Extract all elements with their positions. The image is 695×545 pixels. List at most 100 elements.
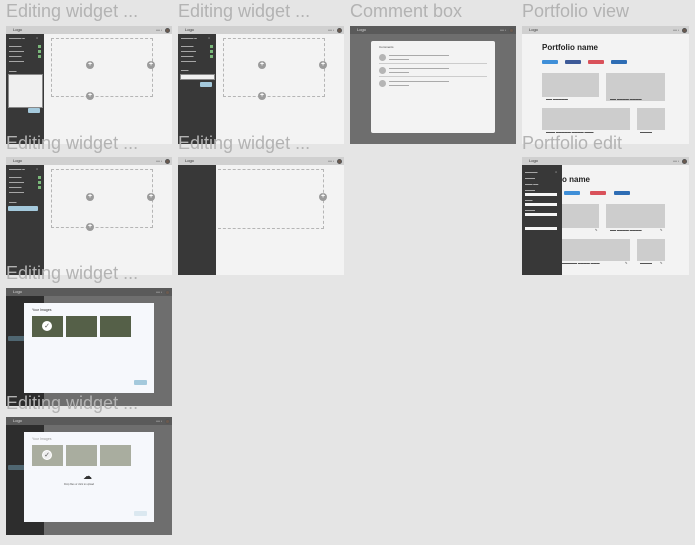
divider bbox=[379, 63, 487, 64]
frame-editing-widget-6[interactable]: Logo •••• • Your Images ✓ ☁ Drop files o… bbox=[6, 417, 172, 535]
avatar[interactable] bbox=[682, 158, 687, 164]
checkbox[interactable] bbox=[38, 181, 41, 184]
frame-title-editing-widget-5[interactable]: Editing widget ... bbox=[6, 263, 166, 283]
avatar[interactable] bbox=[337, 158, 342, 164]
upload-image-button[interactable] bbox=[8, 206, 38, 211]
checkbox[interactable] bbox=[210, 45, 213, 48]
text-input[interactable] bbox=[525, 203, 557, 206]
portfolio-item[interactable] bbox=[637, 108, 665, 130]
sidebar-option: ▬▬▬▬▬ bbox=[181, 45, 194, 48]
frame-comment-box[interactable]: Logo •••• • Comments bbox=[350, 26, 516, 144]
save-button[interactable] bbox=[28, 108, 40, 113]
add-widget-button[interactable]: + bbox=[86, 223, 94, 231]
frame-title-comment-box[interactable]: Comment box bbox=[350, 1, 515, 21]
close-icon[interactable]: ✕ bbox=[208, 37, 210, 40]
frame-editing-widget-2[interactable]: Logo •••• • ▬▬▬▬▬ ▬ ✕ ▬▬▬▬▬ ▬▬▬▬▬▬ ▬▬▬▬▬… bbox=[178, 26, 344, 144]
widget-placeholder bbox=[51, 38, 153, 97]
portfolio-item[interactable] bbox=[560, 239, 630, 261]
linkedin-share-button[interactable] bbox=[614, 191, 630, 195]
title-input[interactable] bbox=[525, 193, 557, 196]
close-icon[interactable]: ✕ bbox=[555, 171, 557, 174]
edit-icon[interactable]: ✎ bbox=[660, 261, 663, 265]
facebook-share-button[interactable] bbox=[565, 60, 581, 64]
image-thumbnail-selected[interactable]: ✓ bbox=[32, 316, 63, 337]
avatar[interactable] bbox=[337, 27, 342, 33]
image-thumbnail[interactable] bbox=[66, 445, 97, 466]
portfolio-item[interactable] bbox=[637, 239, 665, 261]
portfolio-item[interactable] bbox=[560, 204, 599, 228]
pinterest-share-button[interactable] bbox=[588, 60, 604, 64]
add-widget-button[interactable]: + bbox=[319, 61, 327, 69]
edit-icon[interactable]: ✎ bbox=[625, 261, 628, 265]
avatar[interactable] bbox=[165, 27, 170, 33]
avatar[interactable] bbox=[509, 27, 514, 33]
checkbox[interactable] bbox=[38, 50, 41, 53]
frame-editing-widget-4[interactable]: Logo •••• • + bbox=[178, 157, 344, 275]
portfolio-item[interactable] bbox=[542, 108, 630, 130]
edit-icon[interactable]: ✎ bbox=[595, 228, 598, 232]
save-button[interactable] bbox=[200, 82, 212, 87]
text-area[interactable] bbox=[8, 74, 43, 108]
add-widget-button[interactable]: + bbox=[86, 193, 94, 201]
add-widget-button[interactable]: + bbox=[86, 92, 94, 100]
frame-title-editing-widget-2[interactable]: Editing widget ... bbox=[178, 1, 338, 21]
image-thumbnail[interactable] bbox=[66, 316, 97, 337]
image-thumbnail-selected[interactable]: ✓ bbox=[32, 445, 63, 466]
pinterest-share-button[interactable] bbox=[590, 191, 606, 195]
twitter-share-button[interactable] bbox=[564, 191, 580, 195]
frame-editing-widget-1[interactable]: Logo •••• • ▬▬▬▬▬ ▬ ✕ ▬▬▬▬▬ ▬▬▬▬▬▬ ▬▬▬▬▬… bbox=[6, 26, 172, 144]
link-input[interactable] bbox=[525, 227, 557, 230]
frame-title-portfolio-edit[interactable]: Portfolio edit bbox=[522, 133, 689, 153]
avatar[interactable] bbox=[165, 289, 170, 295]
twitter-share-button[interactable] bbox=[542, 60, 558, 64]
add-widget-button[interactable]: + bbox=[258, 61, 266, 69]
logo: Logo bbox=[13, 289, 22, 294]
sidebar-option: ▬▬▬▬▬▬ bbox=[181, 60, 196, 63]
close-icon[interactable]: ✕ bbox=[36, 37, 38, 40]
frame-portfolio-edit[interactable]: Logo •••• • folio name ✎ ▬▬ ▬▬▬▬ ▬▬▬▬ ✎ … bbox=[522, 157, 689, 275]
checkbox[interactable] bbox=[210, 50, 213, 53]
top-bar: Logo •••• • bbox=[6, 417, 172, 425]
text-input[interactable] bbox=[180, 74, 215, 80]
frame-editing-widget-3[interactable]: Logo •••• • ▬▬▬▬▬ ▬ ✕ ▬▬▬▬▬ ▬▬▬▬▬▬ ▬▬▬▬▬… bbox=[6, 157, 172, 275]
upload-cloud-icon[interactable]: ☁ bbox=[83, 471, 92, 482]
avatar[interactable] bbox=[682, 27, 687, 33]
close-icon[interactable]: ✕ bbox=[36, 168, 38, 171]
checkbox[interactable] bbox=[38, 176, 41, 179]
checkbox[interactable] bbox=[210, 55, 213, 58]
linkedin-share-button[interactable] bbox=[611, 60, 627, 64]
portfolio-item[interactable] bbox=[606, 204, 665, 228]
sidebar-heading: ▬▬▬▬▬ ▬ bbox=[9, 168, 25, 171]
add-widget-button[interactable]: + bbox=[258, 92, 266, 100]
confirm-button[interactable] bbox=[134, 380, 147, 385]
widget-placeholder bbox=[218, 169, 324, 229]
portfolio-item[interactable] bbox=[542, 73, 599, 97]
frame-title-editing-widget-1[interactable]: Editing widget ... bbox=[6, 1, 166, 21]
user-name: •••• • bbox=[155, 419, 162, 423]
checkbox[interactable] bbox=[38, 55, 41, 58]
confirm-button-disabled[interactable] bbox=[134, 511, 147, 516]
frame-title-editing-widget-4[interactable]: Editing widget ... bbox=[178, 133, 338, 153]
add-widget-button[interactable]: + bbox=[319, 193, 327, 201]
avatar[interactable] bbox=[165, 418, 170, 424]
avatar[interactable] bbox=[165, 158, 170, 164]
portfolio-caption: ▬▬ ▬▬▬▬ ▬▬▬▬ bbox=[610, 97, 642, 101]
edit-icon[interactable]: ✎ bbox=[660, 228, 663, 232]
image-thumbnail[interactable] bbox=[100, 316, 131, 337]
checkbox[interactable] bbox=[38, 45, 41, 48]
add-widget-button[interactable]: + bbox=[86, 61, 94, 69]
sidebar: ▬▬▬▬▬ ▬ ✕ ▬▬▬▬▬ ▬▬▬▬▬▬ ▬▬▬▬▬ ▬▬▬▬▬▬ ▬▬▬ bbox=[6, 34, 44, 144]
sidebar: ▬▬▬▬▬ ▬ ✕ ▬▬▬▬▬ ▬▬▬▬▬▬ ▬▬▬▬▬ ▬▬▬▬▬▬ ▬▬▬ bbox=[178, 34, 216, 144]
image-thumbnail[interactable] bbox=[100, 445, 131, 466]
comments-heading: Comments bbox=[379, 45, 394, 49]
frame-portfolio-view[interactable]: Logo •••• • Portfolio name ▬▬ ▬▬▬▬▬ ▬▬ ▬… bbox=[522, 26, 689, 144]
frame-editing-widget-5[interactable]: Logo •••• • Your Images ✓ bbox=[6, 288, 172, 406]
text-input[interactable] bbox=[525, 213, 557, 216]
comment-meta bbox=[389, 85, 409, 86]
frame-title-portfolio-view[interactable]: Portfolio view bbox=[522, 1, 689, 21]
add-widget-button[interactable]: + bbox=[147, 193, 155, 201]
frame-title-editing-widget-6[interactable]: Editing widget ... bbox=[6, 393, 166, 413]
add-widget-button[interactable]: + bbox=[147, 61, 155, 69]
checkbox[interactable] bbox=[38, 186, 41, 189]
frame-title-editing-widget-3[interactable]: Editing widget ... bbox=[6, 133, 166, 153]
